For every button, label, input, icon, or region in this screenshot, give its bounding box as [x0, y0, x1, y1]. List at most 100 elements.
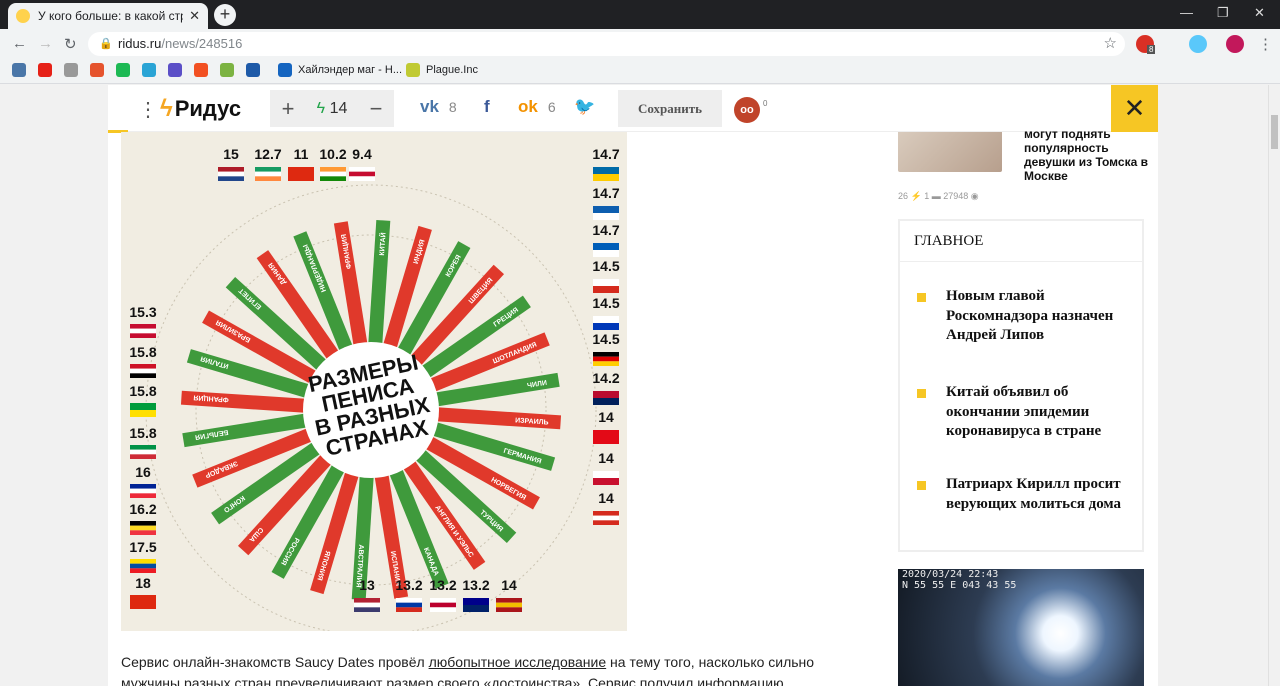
flag-stripe [320, 167, 346, 172]
flag-stripe [593, 323, 619, 330]
value-label: 16 [135, 464, 151, 480]
close-tab-icon[interactable]: ✕ [189, 8, 200, 24]
chart-bookmark-icon[interactable] [246, 63, 260, 77]
flag-stripe [463, 598, 489, 605]
bullet-icon [917, 389, 926, 398]
flag-stripe [396, 602, 422, 608]
video-thumbnail[interactable]: 2020/03/24 22:43 N 55 55 E 043 43 55 [898, 569, 1144, 686]
main-news-item[interactable]: Патриарх Кирилл просит верующих молиться… [914, 475, 1126, 514]
site-favicon-icon [16, 9, 30, 23]
save-button[interactable]: Сохранить [618, 90, 722, 127]
menu-icon[interactable]: ⋮ [138, 97, 158, 122]
bullet-icon [917, 293, 926, 302]
flag-stripe [593, 213, 619, 220]
page-scrollbar[interactable] [1268, 85, 1280, 686]
flag-stripe [593, 511, 619, 516]
vote-count-value: 14 [329, 99, 348, 117]
browser-tab[interactable]: У кого больше: в какой стране ✕ [8, 3, 208, 29]
value-label: 14 [598, 409, 614, 425]
new-tab-button[interactable]: + [214, 4, 236, 26]
flag-stripe [130, 602, 156, 609]
flag-stripe [396, 598, 422, 603]
glasses-icon[interactable]: oo [734, 97, 760, 123]
forward-icon[interactable]: → [38, 35, 53, 52]
pocket-bookmark-icon[interactable] [90, 63, 104, 77]
back-icon[interactable]: ← [12, 35, 27, 52]
address-bar[interactable]: 🔒 ridus.ru/news/248516 ☆ [88, 32, 1125, 56]
main-news-title: Китай объявил об окончании эпидемии коро… [946, 384, 1102, 439]
scrollbar-thumb[interactable] [1271, 115, 1278, 149]
value-label: 10.2 [319, 146, 346, 162]
flag-stripe [320, 171, 346, 177]
flag-stripe [593, 391, 619, 398]
flag-stripe [130, 521, 156, 526]
flag-stripe [593, 316, 619, 323]
country-ray: КИТАЙ [367, 219, 391, 351]
browser-tab-strip: У кого больше: в какой стране ✕ + — ❐ ✕ [0, 0, 1280, 29]
sigma-bookmark-icon[interactable] [168, 63, 182, 77]
bookmark-plague[interactable]: Plague.Inc [426, 64, 478, 76]
flag-stripe [130, 328, 156, 334]
youtube-bookmark-icon[interactable] [38, 63, 52, 77]
highlander-bookmark-icon[interactable] [278, 63, 292, 77]
country-ray: ИЗРАИЛЬ [430, 406, 562, 430]
flag-stripe [130, 559, 156, 564]
flag-stripe [430, 598, 456, 603]
apple-bookmark-icon[interactable] [64, 63, 78, 77]
maximize-icon[interactable]: ❐ [1217, 5, 1229, 21]
close-window-icon[interactable]: ✕ [1254, 5, 1265, 21]
site-logo[interactable]: ϟ Ридус [160, 94, 241, 124]
upvote-button[interactable]: + [270, 96, 306, 122]
a-bookmark-icon[interactable] [220, 63, 234, 77]
main-news-title: Новым главой Роскомнадзора назначен Андр… [946, 288, 1114, 343]
plague-bookmark-icon[interactable] [406, 63, 420, 77]
share-facebook-button[interactable]: f [484, 97, 500, 117]
url-path: /news/248516 [161, 36, 243, 51]
flag-stripe [288, 174, 314, 181]
value-label: 11 [294, 146, 309, 162]
value-label: 13.2 [395, 577, 422, 593]
flag-stripe [593, 520, 619, 525]
page-content: ⋮ ϟ Ридус + ϟ 14 − vk 8 f ok 6 🐦 Сохранить … [108, 85, 1158, 686]
value-label: 14.7 [592, 146, 619, 162]
share-vk-count: 8 [448, 99, 457, 115]
sidebar-news-card[interactable]: могут поднять популярность девушки из То… [898, 127, 1148, 183]
flag-stripe [496, 598, 522, 603]
spotify-bookmark-icon[interactable] [116, 63, 130, 77]
flag-stripe [130, 449, 156, 455]
extension-badge: 8 [1147, 45, 1156, 54]
reload-icon[interactable]: ↻ [64, 35, 77, 53]
value-label: 15.8 [129, 383, 156, 399]
windows-bookmark-icon[interactable] [194, 63, 208, 77]
vk-bookmark-icon[interactable] [12, 63, 26, 77]
video-osd-2: N 55 55 E 043 43 55 [902, 580, 1017, 591]
main-news-item[interactable]: Новым главой Роскомнадзора назначен Андр… [914, 287, 1126, 346]
share-twitter-button[interactable]: 🐦 [574, 97, 605, 117]
flag-stripe [130, 493, 156, 498]
flag-stripe [130, 410, 156, 417]
bookmark-highlander[interactable]: Хайлэндер маг - Н... [298, 64, 402, 76]
chrome-menu-icon[interactable]: ⋮ [1258, 35, 1273, 53]
flag-stripe [255, 167, 281, 172]
infographic-svg: НИДЕРЛАНДЫ ФРАНЦИЯ КИТАЙ ИНДИЯКОРЕЯШВЕЦИЯГР… [129, 146, 620, 631]
vote-count: ϟ 14 [306, 100, 358, 118]
downvote-button[interactable]: − [358, 96, 394, 122]
share-vk-button[interactable]: vk 8 [420, 97, 457, 117]
minimize-icon[interactable]: — [1180, 5, 1193, 20]
article-link[interactable]: любопытное исследование [429, 654, 607, 670]
profile-avatar-icon[interactable] [1226, 35, 1244, 53]
value-label: 17.5 [129, 539, 156, 555]
close-button[interactable]: ✕ [1111, 85, 1158, 132]
news-title[interactable]: могут поднять популярность девушки из То… [1024, 127, 1154, 183]
share-ok-button[interactable]: ok 6 [518, 97, 556, 117]
main-news-header: ГЛАВНОЕ [900, 221, 1142, 262]
flag-stripe [130, 563, 156, 569]
value-label: 14.2 [592, 370, 619, 386]
flag-stripe [349, 176, 375, 181]
bookmark-star-icon[interactable]: ☆ [1104, 32, 1117, 56]
vk-extension-icon[interactable] [1189, 35, 1207, 53]
main-news-item[interactable]: Китай объявил об окончании эпидемии коро… [914, 383, 1126, 442]
web-page: ⋮ ϟ Ридус + ϟ 14 − vk 8 f ok 6 🐦 Сохранить … [0, 85, 1268, 686]
flag-stripe [255, 171, 281, 177]
gear-bookmark-icon[interactable] [142, 63, 156, 77]
